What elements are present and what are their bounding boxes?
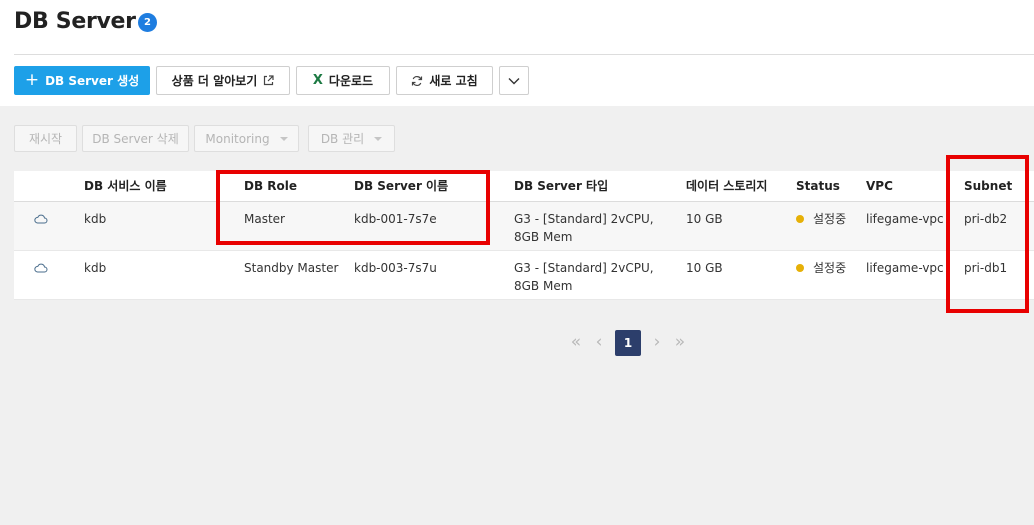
cell-status: 설정중: [796, 210, 846, 228]
learn-more-button[interactable]: 상품 더 알아보기: [156, 66, 290, 95]
page-number-current[interactable]: 1: [615, 330, 641, 356]
cell-service-name: kdb: [84, 261, 107, 275]
cloud-icon: [34, 263, 48, 273]
refresh-button[interactable]: 새로 고침: [396, 66, 493, 95]
caret-down-icon: [279, 136, 288, 141]
table-row[interactable]: kdb Standby Master kdb-003-7s7u G3 - [St…: [14, 251, 1034, 300]
restart-label: 재시작: [28, 132, 63, 146]
cell-vpc: lifegame-vpc: [866, 212, 944, 226]
column-header-service-name[interactable]: DB 서비스 이름: [84, 177, 167, 195]
cell-server-type: G3 - [Standard] 2vCPU, 8GB Mem: [514, 261, 654, 293]
more-options-button[interactable]: [499, 66, 529, 95]
next-page-icon[interactable]: ›: [648, 330, 666, 356]
cell-service-name: kdb: [84, 212, 107, 226]
status-dot-icon: [796, 215, 804, 223]
cell-status: 설정중: [796, 259, 846, 277]
monitoring-dropdown[interactable]: Monitoring: [194, 125, 299, 152]
column-header-storage[interactable]: 데이터 스토리지: [686, 177, 767, 195]
create-db-server-button[interactable]: + DB Server 생성: [14, 66, 150, 95]
column-header-server-name[interactable]: DB Server 이름: [354, 177, 448, 195]
last-page-icon[interactable]: »: [670, 330, 690, 356]
page-title: DB Server: [14, 9, 136, 34]
status-text: 설정중: [813, 212, 847, 226]
cell-role: Master: [244, 212, 285, 226]
cell-subnet: pri-db1: [964, 261, 1008, 275]
learn-more-label: 상품 더 알아보기: [171, 74, 258, 88]
refresh-icon: [412, 75, 423, 86]
pagination: « ‹ 1 › »: [0, 330, 1034, 356]
monitoring-label: Monitoring: [205, 131, 270, 146]
plus-icon: +: [24, 70, 40, 90]
table-header: DB 서비스 이름 DB Role DB Server 이름 DB Server…: [14, 171, 1034, 202]
delete-db-server-button[interactable]: DB Server 삭제: [82, 125, 189, 152]
status-text: 설정중: [813, 261, 847, 275]
column-header-server-type[interactable]: DB Server 타입: [514, 177, 608, 195]
cell-storage: 10 GB: [686, 212, 723, 226]
page-header: DB Server 2 + DB Server 생성 상품 더 알아보기 X 다…: [0, 0, 1034, 106]
create-db-server-label: DB Server 생성: [45, 74, 140, 88]
download-button[interactable]: X 다운로드: [296, 66, 390, 95]
cell-role: Standby Master: [244, 261, 339, 275]
prev-page-icon[interactable]: ‹: [590, 330, 608, 356]
cell-storage: 10 GB: [686, 261, 723, 275]
external-link-icon: [264, 75, 274, 86]
cell-subnet: pri-db2: [964, 212, 1008, 226]
download-label: 다운로드: [328, 74, 374, 88]
count-badge: 2: [138, 13, 157, 32]
cell-vpc: lifegame-vpc: [866, 261, 944, 275]
column-header-status[interactable]: Status: [796, 177, 840, 195]
chevron-down-icon: [508, 77, 520, 84]
column-header-subnet[interactable]: Subnet: [964, 177, 1012, 195]
table-row[interactable]: kdb Master kdb-001-7s7e G3 - [Standard] …: [14, 202, 1034, 251]
cell-server-name[interactable]: kdb-001-7s7e: [354, 210, 437, 228]
cloud-icon: [34, 214, 48, 224]
db-manage-dropdown[interactable]: DB 관리: [308, 125, 395, 152]
db-manage-label: DB 관리: [320, 132, 365, 146]
header-divider: [14, 54, 1034, 55]
db-server-table: DB 서비스 이름 DB Role DB Server 이름 DB Server…: [14, 171, 1034, 300]
column-header-role[interactable]: DB Role: [244, 177, 297, 195]
restart-button[interactable]: 재시작: [14, 125, 77, 152]
caret-down-icon: [374, 136, 383, 141]
first-page-icon[interactable]: «: [566, 330, 586, 356]
delete-db-server-label: DB Server 삭제: [92, 132, 179, 146]
cell-server-name[interactable]: kdb-003-7s7u: [354, 259, 437, 277]
cell-server-type: G3 - [Standard] 2vCPU, 8GB Mem: [514, 212, 654, 244]
refresh-label: 새로 고침: [429, 74, 478, 88]
excel-icon: X: [312, 73, 323, 88]
column-header-vpc[interactable]: VPC: [866, 177, 893, 195]
status-dot-icon: [796, 264, 804, 272]
